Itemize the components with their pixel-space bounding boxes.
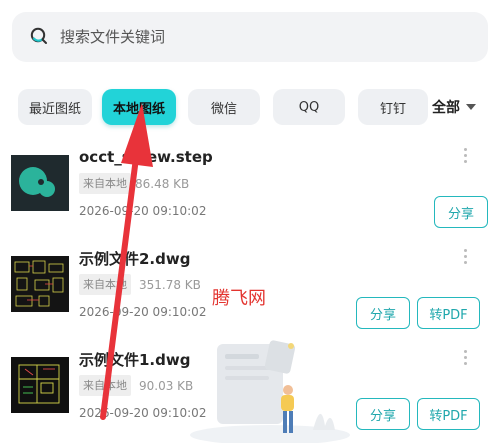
file-date: 2026-09-20 09:10:02: [79, 305, 207, 319]
more-options-icon[interactable]: [462, 249, 468, 267]
file-item[interactable]: occt_screw.step 来自本地 86.48 KB 2026-09-20…: [0, 143, 491, 243]
file-thumbnail: [11, 256, 69, 312]
file-name: occt_screw.step: [79, 148, 213, 166]
tab-qq[interactable]: QQ: [273, 89, 345, 125]
watermark-text: 腾飞网: [212, 288, 266, 309]
category-tabs: 最近图纸 本地图纸 微信 QQ 钉钉: [0, 89, 491, 125]
search-input[interactable]: 搜索文件关键词: [60, 27, 165, 47]
file-source-badge: 来自本地: [79, 173, 131, 194]
file-thumbnail: [11, 155, 69, 211]
filter-dropdown[interactable]: 全部: [432, 97, 476, 117]
empty-state-illustration: [190, 340, 350, 443]
file-name: 示例文件1.dwg: [79, 351, 191, 369]
share-button[interactable]: 分享: [434, 196, 488, 228]
caret-down-icon: [466, 104, 476, 110]
tab-local[interactable]: 本地图纸: [102, 89, 176, 125]
convert-pdf-button[interactable]: 转PDF: [417, 297, 480, 329]
tab-dingtalk[interactable]: 钉钉: [358, 89, 428, 125]
search-icon: [30, 27, 47, 44]
file-date: 2026-09-20 09:10:02: [79, 204, 207, 218]
more-options-icon[interactable]: [462, 350, 468, 368]
share-button[interactable]: 分享: [356, 398, 410, 430]
file-source-badge: 来自本地: [79, 274, 131, 295]
filter-label: 全部: [432, 100, 460, 116]
file-size: 351.78 KB: [139, 278, 201, 292]
convert-pdf-button[interactable]: 转PDF: [417, 398, 480, 430]
file-thumbnail: [11, 357, 69, 413]
more-options-icon[interactable]: [462, 148, 468, 166]
tab-recent[interactable]: 最近图纸: [18, 89, 92, 125]
file-size: 86.48 KB: [135, 177, 190, 191]
share-button[interactable]: 分享: [356, 297, 410, 329]
file-name: 示例文件2.dwg: [79, 250, 191, 268]
file-source-badge: 来自本地: [79, 375, 131, 396]
tab-wechat[interactable]: 微信: [188, 89, 260, 125]
